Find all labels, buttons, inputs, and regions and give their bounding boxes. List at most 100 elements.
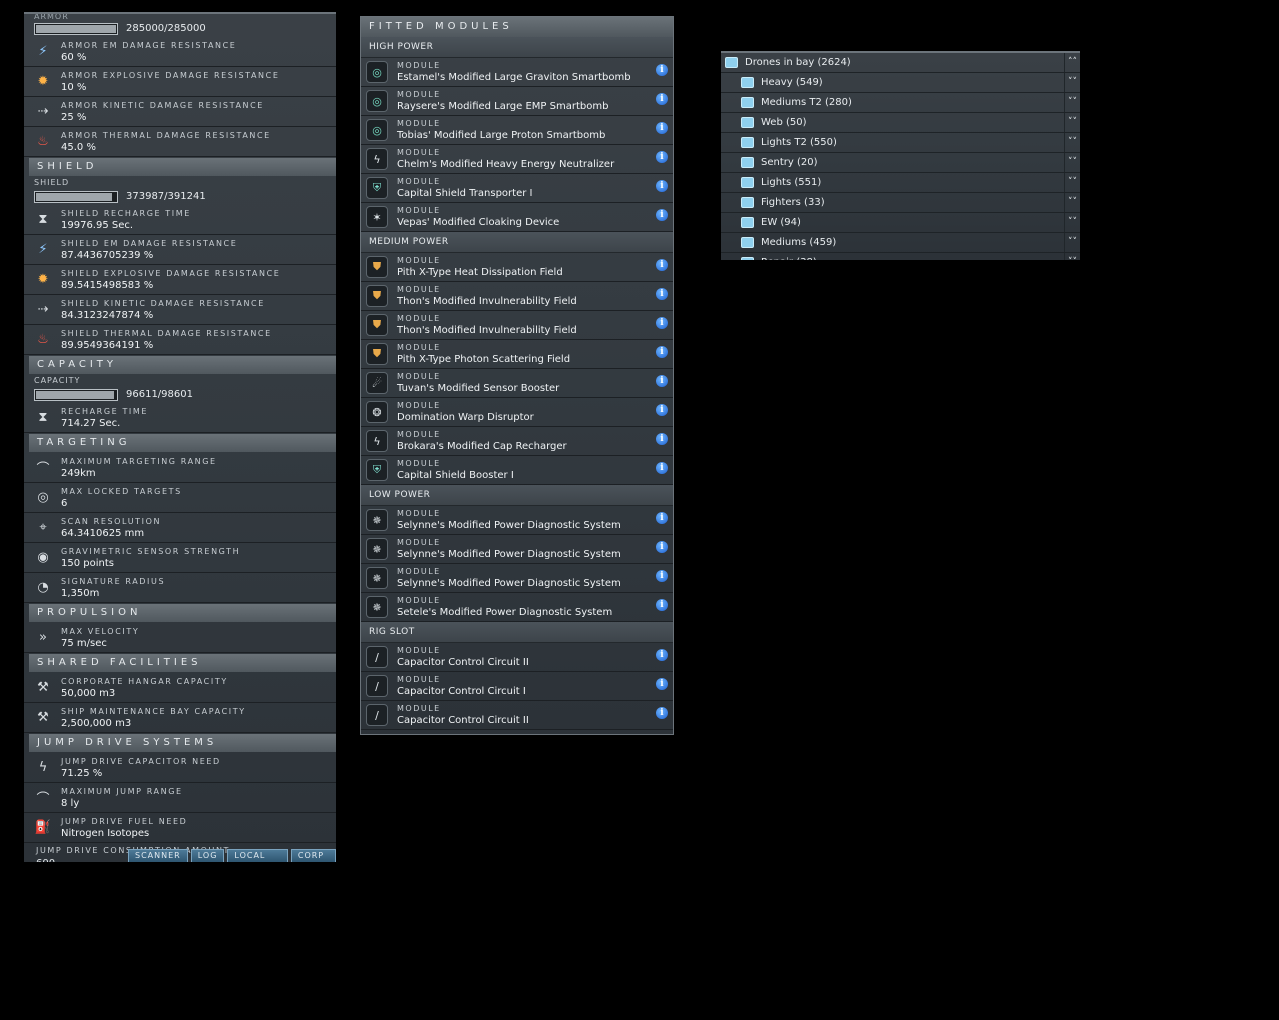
module-row[interactable]: ☄ MODULE Tuvan's Modified Sensor Booster i <box>361 369 673 398</box>
chevron-down-icon[interactable]: ˅˅ <box>1064 93 1080 112</box>
module-row[interactable]: ◎ MODULE Raysere's Modified Large EMP Smar… <box>361 87 673 116</box>
drone-group-row[interactable]: EW (94) ˅˅ <box>721 213 1080 233</box>
scan-icon: ⌖ <box>39 520 47 535</box>
info-icon[interactable]: i <box>656 404 668 416</box>
drone-group-row[interactable]: Fighters (33) ˅˅ <box>721 193 1080 213</box>
module-row[interactable]: ◎ MODULE Estamel's Modified Large Graviton… <box>361 58 673 87</box>
jump-drive-section-header[interactable]: JUMP DRIVE SYSTEMS <box>29 734 336 752</box>
drone-group-row[interactable]: Repair (38) ˅˅ <box>721 253 1080 260</box>
chevron-down-icon[interactable]: ˅˅ <box>1064 193 1080 212</box>
info-icon[interactable]: i <box>656 317 668 329</box>
module-row[interactable]: ϟ MODULE Chelm's Modified Heavy Energy Neu… <box>361 145 673 174</box>
drone-group-label: Web (50) <box>761 117 807 128</box>
drone-group-row[interactable]: Mediums (459) ˅˅ <box>721 233 1080 253</box>
scan-resolution-value: 64.3410625 mm <box>61 527 145 539</box>
module-row[interactable]: ◎ MODULE Tobias' Modified Large Proton Sma… <box>361 116 673 145</box>
info-icon[interactable]: i <box>656 433 668 445</box>
drone-group-row[interactable]: Sentry (20) ˅˅ <box>721 153 1080 173</box>
module-row[interactable]: ∕ MODULE Capacitor Control Circuit I i <box>361 672 673 701</box>
module-row[interactable]: ❂ MODULE Domination Warp Disruptor i <box>361 398 673 427</box>
capacity-label: CAPACITY <box>34 376 81 385</box>
chevron-down-icon[interactable]: ˅˅ <box>1064 253 1080 260</box>
info-icon[interactable]: i <box>656 288 668 300</box>
info-icon[interactable]: i <box>656 151 668 163</box>
propulsion-section-header[interactable]: PROPULSION <box>29 604 336 622</box>
folder-icon <box>741 77 754 88</box>
tab-local[interactable]: LOCAL [39] <box>227 849 288 862</box>
module-type-label: MODULE <box>397 674 441 684</box>
info-icon[interactable]: i <box>656 259 668 271</box>
module-row[interactable]: ∕ MODULE Capacitor Control Circuit II i <box>361 643 673 672</box>
maximum-jump-range-label: MAXIMUM JUMP RANGE <box>61 786 183 796</box>
module-name: Tuvan's Modified Sensor Booster <box>397 382 560 394</box>
module-row[interactable]: ✵ MODULE Selynne's Modified Power Diagnost… <box>361 506 673 535</box>
shared-facilities-section-header[interactable]: SHARED FACILITIES <box>29 654 336 672</box>
chevron-down-icon[interactable]: ˅˅ <box>1064 213 1080 232</box>
info-icon[interactable]: i <box>656 707 668 719</box>
info-icon[interactable]: i <box>656 599 668 611</box>
chevron-up-icon[interactable]: ˄˄ <box>1064 53 1080 72</box>
attribute-row: » MAX VELOCITY 75 m/sec <box>24 623 336 653</box>
chevron-down-icon[interactable]: ˅˅ <box>1064 233 1080 252</box>
module-row[interactable]: ⛨ MODULE Capital Shield Transporter I i <box>361 174 673 203</box>
chevron-down-icon[interactable]: ˅˅ <box>1064 73 1080 92</box>
module-name: Pith X-Type Heat Dissipation Field <box>397 266 563 278</box>
drone-group-label: EW (94) <box>761 217 801 228</box>
scan-resolution-label: SCAN RESOLUTION <box>61 516 162 526</box>
drone-group-label: Mediums (459) <box>761 237 837 248</box>
module-name: Thon's Modified Invulnerability Field <box>397 295 577 307</box>
info-icon[interactable]: i <box>656 678 668 690</box>
drone-group-label: Lights (551) <box>761 177 822 188</box>
info-icon[interactable]: i <box>656 541 668 553</box>
drone-group-row[interactable]: Lights T2 (550) ˅˅ <box>721 133 1080 153</box>
shield-booster-icon: ⛨ <box>366 459 388 481</box>
module-row[interactable]: ⛊ MODULE Pith X-Type Heat Dissipation Fiel… <box>361 253 673 282</box>
info-icon[interactable]: i <box>656 570 668 582</box>
chevron-down-icon[interactable]: ˅˅ <box>1064 133 1080 152</box>
info-icon[interactable]: i <box>656 209 668 221</box>
info-icon[interactable]: i <box>656 180 668 192</box>
armor-bar <box>34 22 118 35</box>
module-name: Capacitor Control Circuit I <box>397 685 526 697</box>
module-row[interactable]: ✵ MODULE Setele's Modified Power Diagnosti… <box>361 593 673 622</box>
module-row[interactable]: ⛊ MODULE Thon's Modified Invulnerability F… <box>361 311 673 340</box>
module-row[interactable]: ✵ MODULE Selynne's Modified Power Diagnost… <box>361 535 673 564</box>
chevron-down-icon[interactable]: ˅˅ <box>1064 153 1080 172</box>
module-row[interactable]: ⛊ MODULE Pith X-Type Photon Scattering Fie… <box>361 340 673 369</box>
hardener-icon: ⛊ <box>366 256 388 278</box>
module-row[interactable]: ✵ MODULE Selynne's Modified Power Diagnost… <box>361 564 673 593</box>
shield-section-header[interactable]: SHIELD <box>29 158 336 176</box>
capacity-section-header[interactable]: CAPACITY <box>29 356 336 374</box>
info-icon[interactable]: i <box>656 346 668 358</box>
chevron-down-icon[interactable]: ˅˅ <box>1064 173 1080 192</box>
info-icon[interactable]: i <box>656 64 668 76</box>
module-row[interactable]: ⛨ MODULE Capital Shield Booster I i <box>361 456 673 485</box>
module-row[interactable]: ϟ MODULE Brokara's Modified Cap Recharger i <box>361 427 673 456</box>
drone-group-row[interactable]: Web (50) ˅˅ <box>721 113 1080 133</box>
drone-group-row[interactable]: Mediums T2 (280) ˅˅ <box>721 93 1080 113</box>
info-icon[interactable]: i <box>656 462 668 474</box>
tab-scanner[interactable]: SCANNER <box>128 849 188 862</box>
info-icon[interactable]: i <box>656 122 668 134</box>
attribute-row: ◔ SIGNATURE RADIUS 1,350m <box>24 573 336 603</box>
drone-group-row[interactable]: Heavy (549) ˅˅ <box>721 73 1080 93</box>
module-type-label: MODULE <box>397 429 441 439</box>
info-icon[interactable]: i <box>656 512 668 524</box>
drone-group-row[interactable]: Lights (551) ˅˅ <box>721 173 1080 193</box>
attribute-row: ♨ SHIELD THERMAL DAMAGE RESISTANCE 89.9549… <box>24 325 336 355</box>
tab-corp[interactable]: CORP H <box>290 849 336 862</box>
info-icon[interactable]: i <box>656 649 668 661</box>
drones-in-bay-row[interactable]: Drones in bay (2624) ˄˄ <box>721 53 1080 73</box>
armor-explosive-damage-resistance-label: ARMOR EXPLOSIVE DAMAGE RESISTANCE <box>61 70 280 80</box>
targeting-section-header[interactable]: TARGETING <box>29 434 336 452</box>
module-row[interactable]: ⛊ MODULE Thon's Modified Invulnerability F… <box>361 282 673 311</box>
armor-thermal-damage-resistance-value: 45.0 % <box>61 141 96 153</box>
tab-log[interactable]: LOG <box>190 849 225 862</box>
info-icon[interactable]: i <box>656 93 668 105</box>
fitted-modules-title[interactable]: FITTED MODULES <box>361 17 673 37</box>
module-row[interactable]: ✶ MODULE Vepas' Modified Cloaking Device i <box>361 203 673 232</box>
info-icon[interactable]: i <box>656 375 668 387</box>
drone-group-label: Fighters (33) <box>761 197 825 208</box>
chevron-down-icon[interactable]: ˅˅ <box>1064 113 1080 132</box>
module-row[interactable]: ∕ MODULE Capacitor Control Circuit II i <box>361 701 673 730</box>
